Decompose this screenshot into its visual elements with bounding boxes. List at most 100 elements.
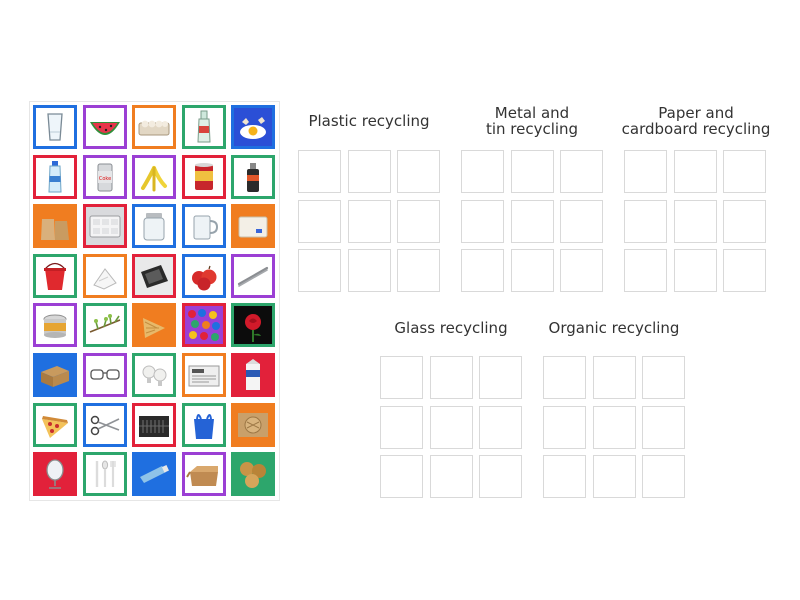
item-tile-cardboard-box[interactable] <box>33 353 77 397</box>
drop-slot[interactable] <box>429 405 473 449</box>
drop-slot[interactable] <box>560 249 603 292</box>
item-tile-toothpaste-tube[interactable] <box>132 452 176 497</box>
item-tile-plastic-bucket[interactable] <box>33 253 77 298</box>
item-tile-apples[interactable] <box>181 253 226 298</box>
item-tile-glass-mug[interactable] <box>181 204 226 249</box>
drop-slot[interactable] <box>592 455 636 498</box>
item-tile-milk-carton[interactable] <box>231 353 275 397</box>
tin-icon <box>194 162 213 190</box>
drop-slot[interactable] <box>592 405 636 449</box>
item-tile-bottle-caps[interactable] <box>181 303 226 348</box>
bottle-icon <box>196 110 211 143</box>
item-tile-tissue[interactable] <box>82 253 127 298</box>
drop-slot[interactable] <box>543 405 586 449</box>
item-tile-ice-cream-cone[interactable] <box>132 303 176 348</box>
drop-slot[interactable] <box>479 356 522 399</box>
item-tile-paper-bags[interactable] <box>33 204 77 249</box>
drop-slot[interactable] <box>347 199 391 243</box>
drop-slot[interactable] <box>592 356 636 399</box>
drop-slot[interactable] <box>298 199 341 243</box>
mug-icon <box>193 215 218 240</box>
item-tile-eyeglasses[interactable] <box>82 353 127 397</box>
item-tile-plastic-tray[interactable] <box>82 204 127 249</box>
drop-slot[interactable] <box>429 356 473 399</box>
drop-slot[interactable] <box>673 150 717 193</box>
item-tile-newspapers[interactable] <box>181 353 226 397</box>
drop-slot[interactable] <box>380 356 423 399</box>
banana-peel-icon <box>141 165 167 192</box>
item-tile-open-box[interactable] <box>181 452 226 497</box>
item-tile-soda-can[interactable]: Coke <box>82 154 127 199</box>
drop-slot[interactable] <box>510 199 554 243</box>
item-tile-plastic-bag[interactable] <box>181 402 226 447</box>
drop-slot[interactable] <box>380 455 423 498</box>
drop-slot[interactable] <box>560 199 603 243</box>
tissue-icon <box>92 267 117 290</box>
group-title-paper: Paper and cardboard recycling <box>621 104 771 138</box>
item-tile-egg-carton[interactable] <box>132 105 176 149</box>
drop-slot[interactable] <box>429 455 473 498</box>
drop-slot[interactable] <box>673 249 717 292</box>
item-tile-bread-rolls[interactable] <box>231 452 275 497</box>
drop-slot[interactable] <box>397 199 440 243</box>
item-tile-glass-jar[interactable] <box>132 204 176 249</box>
item-tile-light-bulbs[interactable] <box>132 353 176 397</box>
drop-slot[interactable] <box>380 405 423 449</box>
drop-slot[interactable] <box>479 405 522 449</box>
bulb-icon <box>142 365 167 386</box>
item-tile-twig[interactable] <box>82 303 127 348</box>
drop-slot[interactable] <box>723 150 766 193</box>
drop-slot[interactable] <box>461 199 504 243</box>
drop-slot[interactable] <box>624 249 667 292</box>
item-tile-spray-can[interactable] <box>231 154 275 199</box>
drop-slot[interactable] <box>510 249 554 292</box>
drop-slot[interactable] <box>560 150 603 193</box>
drop-slot[interactable] <box>298 249 341 292</box>
drop-slot[interactable] <box>624 150 667 193</box>
item-tile-open-tin-can[interactable] <box>33 303 77 348</box>
drop-slot[interactable] <box>642 455 685 498</box>
item-tile-scissors[interactable] <box>82 402 127 447</box>
item-tile-watermelon[interactable] <box>82 105 127 149</box>
can-label: Coke <box>98 176 110 182</box>
item-tile-banana-peel[interactable] <box>132 154 176 199</box>
drop-slot[interactable] <box>673 199 717 243</box>
tray-icon <box>85 207 124 246</box>
drop-slot[interactable] <box>461 249 504 292</box>
drop-slot[interactable] <box>298 150 341 193</box>
drop-slot[interactable] <box>347 150 391 193</box>
item-tile-pizza-slice[interactable] <box>33 402 77 447</box>
can-icon: Coke <box>97 163 112 192</box>
drop-slot[interactable] <box>642 356 685 399</box>
item-tile-rose[interactable] <box>231 303 275 348</box>
item-tile-mirror[interactable] <box>33 452 77 497</box>
item-tile-glass-tumbler[interactable] <box>33 105 77 149</box>
item-tile-foil-packet[interactable] <box>132 253 176 298</box>
drop-slot[interactable] <box>461 150 504 193</box>
drop-slot[interactable] <box>642 405 685 449</box>
item-tile-plastic-crate[interactable] <box>132 402 176 447</box>
drop-slot[interactable] <box>397 150 440 193</box>
spray-can-icon <box>247 162 259 192</box>
item-tile-pizza-box[interactable] <box>231 402 275 447</box>
drop-slot[interactable] <box>543 455 586 498</box>
item-tile-tweezers[interactable] <box>231 253 275 298</box>
drop-slot[interactable] <box>510 150 554 193</box>
tube-icon <box>135 455 173 494</box>
drop-slot[interactable] <box>397 249 440 292</box>
drop-slot[interactable] <box>347 249 391 292</box>
item-tile-broken-egg[interactable] <box>231 105 275 149</box>
drop-slot[interactable] <box>723 249 766 292</box>
item-tile-plastic-water-bottle[interactable] <box>33 154 77 199</box>
item-tile-glass-bottle[interactable] <box>181 105 226 149</box>
item-tile-plastic-container[interactable] <box>231 204 275 249</box>
drop-slot[interactable] <box>543 356 586 399</box>
item-tile-plastic-cutlery[interactable] <box>82 452 127 497</box>
bag-icon <box>193 413 214 439</box>
rose-icon <box>234 306 272 345</box>
drop-slot[interactable] <box>624 199 667 243</box>
item-tile-food-tin[interactable] <box>181 154 226 199</box>
drop-slot[interactable] <box>479 455 522 498</box>
drop-slot[interactable] <box>723 199 766 243</box>
carton-icon <box>234 356 272 394</box>
